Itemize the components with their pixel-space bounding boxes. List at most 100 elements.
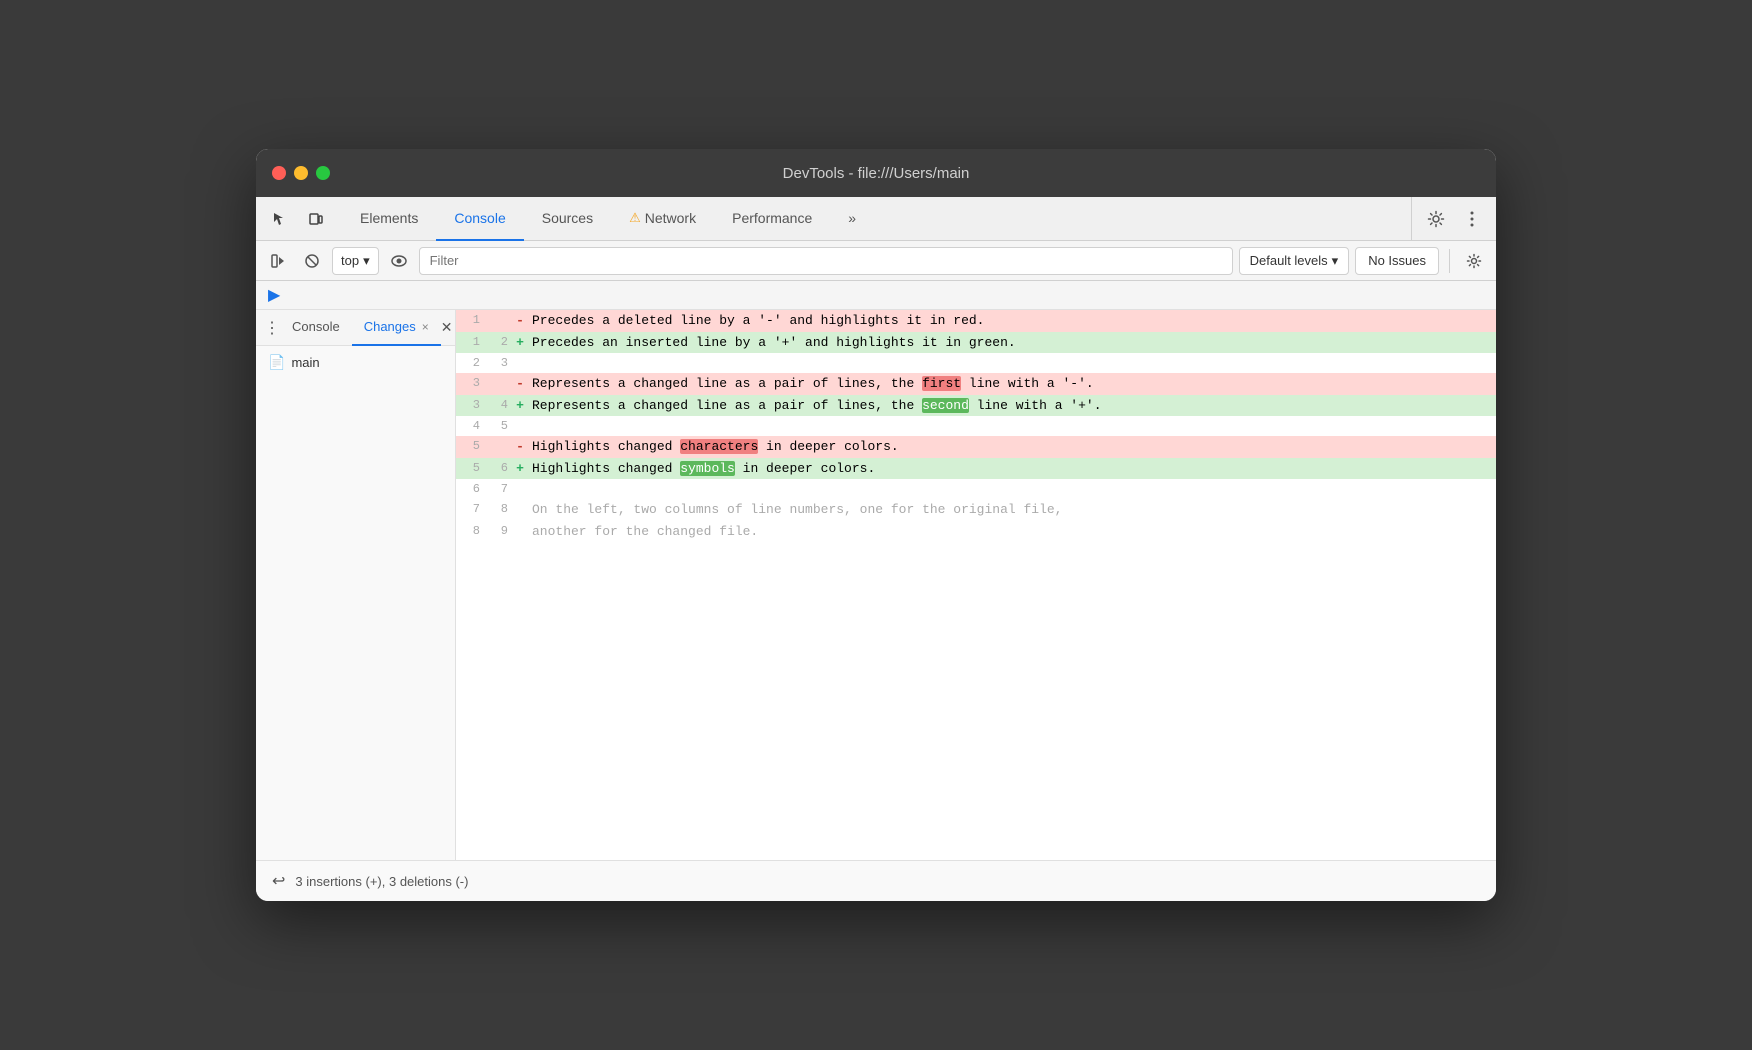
run-script-button[interactable] [264, 247, 292, 275]
device-icon [308, 211, 324, 227]
new-line-num [484, 373, 512, 395]
maximize-button[interactable] [316, 166, 330, 180]
changes-tab-close[interactable]: × [422, 320, 429, 334]
tab-console[interactable]: Console [436, 197, 523, 241]
undo-icon[interactable]: ↩ [272, 871, 285, 891]
table-row: 1 - Precedes a deleted line by a '-' and… [456, 310, 1496, 332]
old-line-num: 2 [456, 353, 484, 373]
tab-sources[interactable]: Sources [524, 197, 611, 241]
table-row: 5 6 + Highlights changed symbols in deep… [456, 458, 1496, 480]
neutral-marker [512, 416, 528, 436]
comment-marker [512, 499, 528, 521]
filter-input[interactable] [419, 247, 1233, 275]
ins-marker: + [512, 332, 528, 354]
table-row: 8 9 another for the changed file. [456, 521, 1496, 543]
sidebar-file-item[interactable]: 📄 main [256, 346, 455, 379]
diff-content: 1 - Precedes a deleted line by a '-' and… [456, 310, 1496, 860]
old-line-num: 6 [456, 479, 484, 499]
panel-more-icon[interactable]: ⋮ [264, 314, 280, 342]
del-marker: - [512, 373, 528, 395]
eye-button[interactable] [385, 247, 413, 275]
old-line-num: 7 [456, 499, 484, 521]
table-row: 5 - Highlights changed characters in dee… [456, 436, 1496, 458]
highlight-ins: symbols [680, 461, 735, 476]
new-line-num: 2 [484, 332, 512, 354]
new-line-num: 5 [484, 416, 512, 436]
main-toolbar: Elements Console Sources ⚠ Network Perfo… [256, 197, 1496, 241]
new-line-num: 9 [484, 521, 512, 543]
prompt-row: ▶ [256, 281, 1496, 310]
traffic-lights [272, 166, 330, 180]
context-selector[interactable]: top ▾ [332, 247, 379, 275]
new-line-num: 6 [484, 458, 512, 480]
levels-chevron-icon: ▾ [1332, 253, 1339, 269]
cursor-icon [272, 211, 288, 227]
tab-network[interactable]: ⚠ Network [611, 197, 714, 241]
new-line-num: 4 [484, 395, 512, 417]
panel-close-button[interactable]: ✕ [441, 316, 453, 340]
main-area: ⋮ Console Changes × ✕ 📄 main [256, 310, 1496, 860]
diff-table: 1 - Precedes a deleted line by a '-' and… [456, 310, 1496, 542]
device-toggle-button[interactable] [300, 203, 332, 235]
old-line-num: 3 [456, 395, 484, 417]
old-line-num: 1 [456, 310, 484, 332]
table-row: 6 7 [456, 479, 1496, 499]
inspect-element-button[interactable] [264, 203, 296, 235]
console-settings-button[interactable] [1460, 247, 1488, 275]
settings-button[interactable] [1420, 203, 1452, 235]
highlight-del: characters [680, 439, 758, 454]
more-options-button[interactable] [1456, 203, 1488, 235]
old-line-num: 4 [456, 416, 484, 436]
ins-marker: + [512, 395, 528, 417]
gear-icon [1427, 210, 1445, 228]
minimize-button[interactable] [294, 166, 308, 180]
clear-console-button[interactable] [298, 247, 326, 275]
diff-line-content: another for the changed file. [528, 521, 1496, 543]
tab-bar: Elements Console Sources ⚠ Network Perfo… [342, 197, 1401, 240]
tab-more[interactable]: » [830, 197, 874, 241]
console-toolbar: top ▾ Default levels ▾ No Issues [256, 241, 1496, 281]
new-line-num [484, 310, 512, 332]
table-row: 3 - Represents a changed line as a pair … [456, 373, 1496, 395]
warning-icon: ⚠ [629, 210, 641, 226]
chevron-down-icon: ▾ [363, 253, 370, 269]
new-line-num: 3 [484, 353, 512, 373]
old-line-num: 1 [456, 332, 484, 354]
title-bar: DevTools - file:///Users/main [256, 149, 1496, 197]
diff-line-content: Highlights changed characters in deeper … [528, 436, 1496, 458]
highlight-del: first [922, 376, 961, 391]
devtools-window: DevTools - file:///Users/main Elements C… [256, 149, 1496, 901]
diff-line-content: Highlights changed symbols in deeper col… [528, 458, 1496, 480]
highlight-ins: second [922, 398, 969, 413]
diff-line-content [528, 353, 1496, 373]
toolbar-left [264, 197, 332, 240]
old-line-num: 5 [456, 458, 484, 480]
new-line-num [484, 436, 512, 458]
toolbar-right [1411, 197, 1488, 240]
tab-changes-panel[interactable]: Changes × [352, 310, 441, 346]
tab-console-panel[interactable]: Console [280, 310, 352, 346]
file-icon: 📄 [268, 354, 285, 371]
eye-icon [391, 255, 407, 267]
tab-elements[interactable]: Elements [342, 197, 436, 241]
tab-performance[interactable]: Performance [714, 197, 830, 241]
toolbar-divider [1449, 249, 1450, 273]
comment-marker [512, 521, 528, 543]
ins-marker: + [512, 458, 528, 480]
issues-button[interactable]: No Issues [1355, 247, 1439, 275]
table-row: 1 2 + Precedes an inserted line by a '+'… [456, 332, 1496, 354]
block-icon [304, 253, 320, 269]
panel-tabs: ⋮ Console Changes × ✕ [256, 310, 455, 346]
diff-line-content: Represents a changed line as a pair of l… [528, 373, 1496, 395]
close-button[interactable] [272, 166, 286, 180]
levels-dropdown[interactable]: Default levels ▾ [1239, 247, 1350, 275]
table-row: 4 5 [456, 416, 1496, 436]
diff-line-content: On the left, two columns of line numbers… [528, 499, 1496, 521]
old-line-num: 5 [456, 436, 484, 458]
table-row: 3 4 + Represents a changed line as a pai… [456, 395, 1496, 417]
diff-footer: ↩ 3 insertions (+), 3 deletions (-) [256, 860, 1496, 901]
settings-gear-icon [1466, 253, 1482, 269]
new-line-num: 7 [484, 479, 512, 499]
new-line-num: 8 [484, 499, 512, 521]
table-row: 7 8 On the left, two columns of line num… [456, 499, 1496, 521]
